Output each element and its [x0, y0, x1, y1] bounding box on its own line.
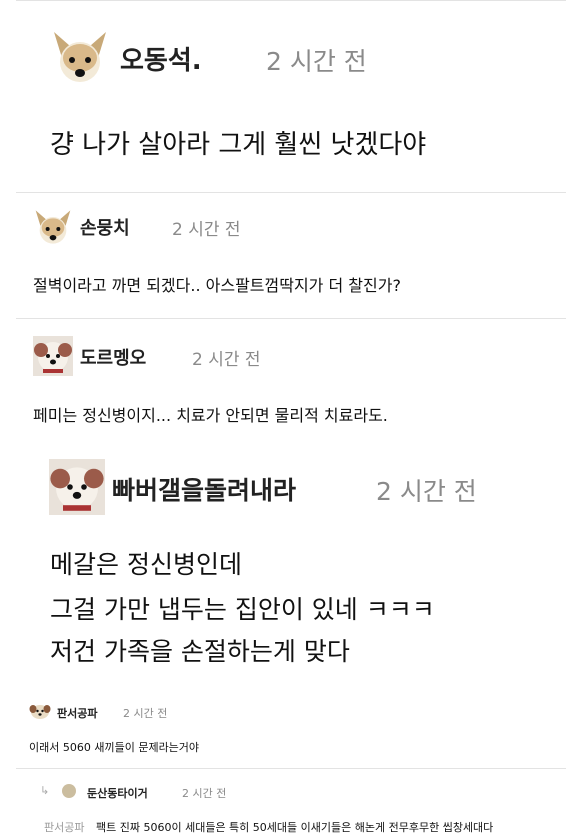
divider	[16, 192, 566, 193]
comment-text: 팩트 진짜 5060이 세대들은 특히 50세대들 이새기들은 해논게 전무후무…	[96, 821, 494, 834]
comment-time: 2 시간 전	[182, 787, 227, 800]
comment-time: 2 시간 전	[266, 47, 367, 76]
comment-text: 걍 나가 살아라 그게 훨씬 낫겠다야	[50, 130, 427, 160]
comment-text-line: 그걸 가만 냅두는 집안이 있네 ㅋㅋㅋ	[50, 595, 435, 624]
dog-face-icon	[54, 32, 106, 82]
comment-author[interactable]: 오동석.	[120, 40, 202, 77]
small-dog-icon	[29, 705, 51, 719]
fluffy-dog-icon	[33, 336, 73, 376]
comment-time: 2 시간 전	[123, 707, 168, 720]
comment-text: 절벽이라고 까면 되겠다.. 아스팔트껌딱지가 더 찰진가?	[33, 276, 401, 295]
comment-text-line: 메갈은 정신병인데	[50, 550, 242, 579]
reply-mention[interactable]: 판서공파	[44, 819, 84, 835]
comment-time: 2 시간 전	[192, 350, 261, 370]
comment-author[interactable]: 도르멩오	[80, 344, 146, 370]
dog-face-icon	[35, 210, 71, 244]
divider	[16, 768, 566, 769]
fluffy-dog-icon	[49, 459, 105, 515]
reply-arrow-icon: ↳	[40, 784, 50, 797]
comment-author[interactable]: 손뭉치	[80, 214, 130, 240]
comment-author[interactable]: 판서공파	[57, 705, 97, 721]
circle-avatar-icon	[62, 784, 76, 798]
comment-text-line: 저건 가족을 손절하는게 맞다	[50, 637, 350, 666]
comment-author[interactable]: 빠버갤을돌려내라	[112, 471, 296, 507]
comment-text: 이래서 5060 새끼들이 문제라는거야	[29, 741, 200, 754]
comment-text: 페미는 정신병이지... 치료가 안되면 물리적 치료라도.	[33, 406, 388, 425]
top-divider	[16, 0, 566, 1]
comment-time: 2 시간 전	[376, 477, 477, 506]
comment-time: 2 시간 전	[172, 220, 241, 240]
comment-author[interactable]: 둔산동타이거	[87, 785, 148, 801]
divider	[16, 318, 566, 319]
